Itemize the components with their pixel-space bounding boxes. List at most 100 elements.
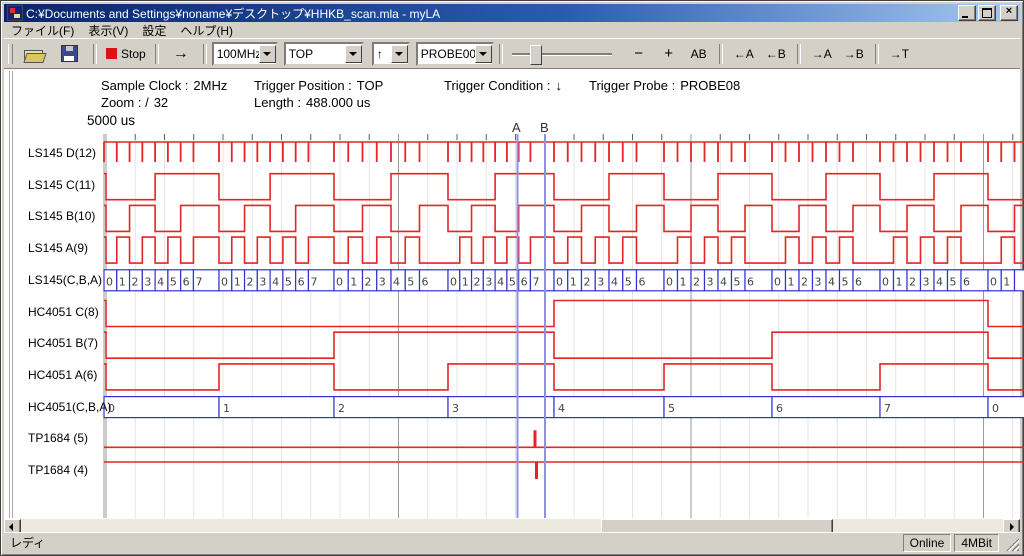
maximize-icon xyxy=(982,8,992,18)
zoom-in-label: + xyxy=(664,45,673,62)
title-bar[interactable]: C:¥Documents and Settings¥noname¥デスクトップ¥… xyxy=(4,4,1020,22)
run-arrow-icon: → xyxy=(173,45,189,63)
toolbar-separator xyxy=(719,44,723,64)
menu-help[interactable]: ヘルプ(H) xyxy=(173,22,240,39)
goto-cursor-b-left-button[interactable]: ←B xyxy=(762,43,790,65)
trigger-condition-label: Trigger Condition : xyxy=(444,78,550,93)
length-value: 488.000 us xyxy=(306,95,370,110)
combo-dropdown-button[interactable] xyxy=(391,45,408,63)
goto-cursor-a-left-button[interactable]: ←A xyxy=(730,43,758,65)
trigger-position-combo[interactable]: TOP xyxy=(284,42,364,66)
trigger-probe-value: PROBE08 xyxy=(680,78,740,93)
zoom-ab-label: AB xyxy=(691,47,707,61)
channel-label: LS145 A(9) xyxy=(28,241,88,255)
zoom-ab-button[interactable]: AB xyxy=(686,43,712,65)
goto-cursor-a-right-button[interactable]: →A xyxy=(808,43,836,65)
goto-trigger-label: →T xyxy=(890,47,909,61)
toolbar-separator xyxy=(93,44,97,64)
timebase-label: 5000 us xyxy=(87,113,135,128)
trigger-position-combo-value: TOP xyxy=(286,47,345,61)
toolbar-separator xyxy=(155,44,159,64)
channel-label: HC4051(C,B,A) xyxy=(28,400,111,414)
toolbar-separator xyxy=(875,44,879,64)
trigger-condition-info: Trigger Condition : ↓ xyxy=(444,78,562,93)
zoom-slider-track xyxy=(512,53,612,56)
goto-b-right-label: →B xyxy=(844,47,864,61)
chevron-down-icon xyxy=(263,52,271,60)
menu-view[interactable]: 表示(V) xyxy=(81,22,135,39)
stop-square-icon xyxy=(106,48,117,59)
trigger-probe-combo[interactable]: PROBE00 xyxy=(416,42,494,66)
combo-dropdown-button[interactable] xyxy=(259,45,276,63)
sample-clock-value: 2MHz xyxy=(193,78,227,93)
zoom-in-button[interactable]: + xyxy=(656,43,682,65)
trigger-edge-combo-value: ↑ xyxy=(374,47,391,61)
app-icon xyxy=(7,5,23,21)
channel-label: HC4051 B(7) xyxy=(28,336,98,350)
toolbar-separator xyxy=(499,44,503,64)
plot-client-area xyxy=(4,68,1020,520)
resize-grip[interactable] xyxy=(1006,538,1019,551)
close-icon: × xyxy=(1001,5,1017,17)
trigger-position-value: TOP xyxy=(357,78,384,93)
maximize-button[interactable] xyxy=(978,5,996,21)
save-file-button[interactable] xyxy=(51,43,88,65)
channel-label: LS145 D(12) xyxy=(28,146,96,160)
status-online-badge: Online xyxy=(903,534,952,552)
stop-label: Stop xyxy=(121,47,146,61)
left-groove-line2 xyxy=(12,71,13,518)
zoom-out-button[interactable]: − xyxy=(626,43,652,65)
goto-a-label: ←A xyxy=(734,47,754,61)
trigger-probe-combo-value: PROBE00 xyxy=(418,47,475,61)
sample-clock-combo[interactable]: 100MHz xyxy=(212,42,278,66)
run-button[interactable]: → xyxy=(164,43,198,65)
channel-label: TP1684 (5) xyxy=(28,431,88,445)
status-ready-text: レディ xyxy=(4,534,903,551)
chevron-down-icon xyxy=(395,52,403,60)
goto-cursor-b-right-button[interactable]: →B xyxy=(840,43,868,65)
zoom-info: Zoom : / 32 xyxy=(101,95,168,110)
window-title: C:¥Documents and Settings¥noname¥デスクトップ¥… xyxy=(26,5,956,22)
zoom-label: Zoom : / xyxy=(101,95,149,110)
zoom-out-label: − xyxy=(634,45,643,62)
status-memory-badge: 4MBit xyxy=(954,534,999,552)
combo-dropdown-button[interactable] xyxy=(345,45,362,63)
goto-b-label: ←B xyxy=(766,47,786,61)
trigger-probe-info: Trigger Probe : PROBE08 xyxy=(589,78,740,93)
length-info: Length :488.000 us xyxy=(254,95,370,110)
cursor-b-label[interactable]: B xyxy=(540,120,549,135)
close-button[interactable]: × xyxy=(1000,5,1018,21)
minimize-button[interactable] xyxy=(958,5,976,21)
trigger-edge-combo[interactable]: ↑ xyxy=(372,42,410,66)
channel-label: LS145(C,B,A) xyxy=(28,273,102,287)
scroll-left-icon xyxy=(9,523,13,531)
open-file-button[interactable] xyxy=(17,43,51,65)
sample-clock-combo-value: 100MHz xyxy=(214,47,259,61)
trigger-condition-arrow-icon: ↓ xyxy=(555,78,562,93)
toolbar-separator xyxy=(203,44,207,64)
menu-settings[interactable]: 設定 xyxy=(135,22,173,39)
zoom-value: 32 xyxy=(154,95,168,110)
goto-trigger-button[interactable]: →T xyxy=(886,43,913,65)
chevron-down-icon xyxy=(349,52,357,60)
channel-label: LS145 B(10) xyxy=(28,209,95,223)
channel-label: HC4051 C(8) xyxy=(28,305,99,319)
cursor-a-label[interactable]: A xyxy=(512,120,521,135)
open-folder-icon xyxy=(24,47,44,61)
trigger-probe-label: Trigger Probe : xyxy=(589,78,675,93)
menu-file[interactable]: ファイル(F) xyxy=(4,22,81,39)
zoom-slider[interactable] xyxy=(512,44,612,64)
status-bar: レディ Online 4MBit xyxy=(4,532,1020,552)
zoom-slider-handle[interactable] xyxy=(530,45,542,65)
goto-a-right-label: →A xyxy=(812,47,832,61)
sample-clock-info: Sample Clock :2MHz xyxy=(101,78,227,93)
stop-button[interactable]: Stop xyxy=(102,43,150,65)
toolbar: Stop → 100MHz TOP ↑ PROBE00 − + A xyxy=(4,38,1020,69)
combo-dropdown-button[interactable] xyxy=(475,45,492,63)
channel-label: TP1684 (4) xyxy=(28,463,88,477)
toolbar-grip xyxy=(8,44,13,64)
channel-label: HC4051 A(6) xyxy=(28,368,97,382)
channel-label: LS145 C(11) xyxy=(28,178,95,192)
chevron-down-icon xyxy=(479,52,487,60)
minimize-icon xyxy=(962,16,968,18)
